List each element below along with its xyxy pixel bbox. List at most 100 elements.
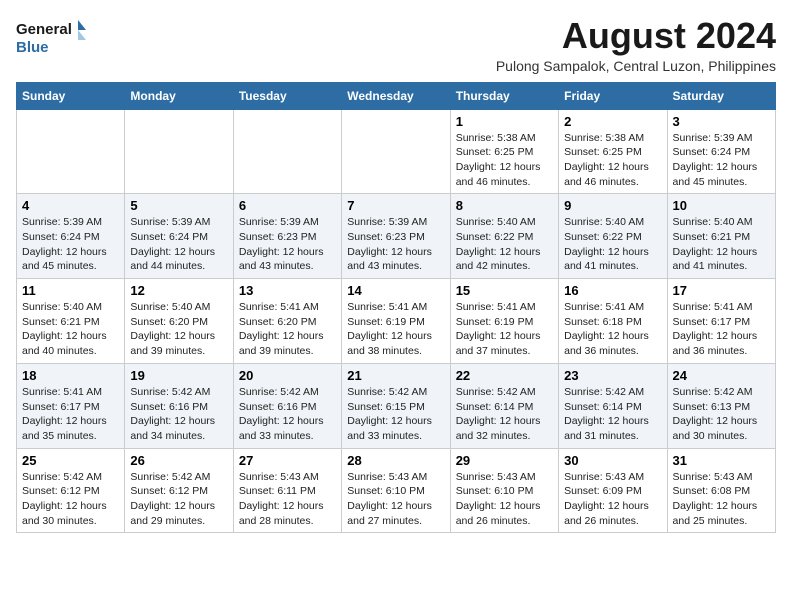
day-cell: 31 Sunrise: 5:43 AM Sunset: 6:08 PM Dayli… (667, 448, 775, 533)
svg-text:Blue: Blue (16, 39, 49, 56)
day-cell: 7 Sunrise: 5:39 AM Sunset: 6:23 PM Daylig… (342, 194, 450, 279)
day-number: 20 (239, 368, 336, 383)
col-header-friday: Friday (559, 82, 667, 109)
day-number: 2 (564, 114, 661, 129)
week-row-5: 25 Sunrise: 5:42 AM Sunset: 6:12 PM Dayli… (17, 448, 776, 533)
day-info: Sunrise: 5:41 AM Sunset: 6:19 PM Dayligh… (456, 300, 553, 359)
day-cell: 13 Sunrise: 5:41 AM Sunset: 6:20 PM Dayli… (233, 279, 341, 364)
day-info: Sunrise: 5:41 AM Sunset: 6:20 PM Dayligh… (239, 300, 336, 359)
day-cell: 30 Sunrise: 5:43 AM Sunset: 6:09 PM Dayli… (559, 448, 667, 533)
header: General Blue August 2024 Pulong Sampalok… (16, 16, 776, 74)
day-cell: 25 Sunrise: 5:42 AM Sunset: 6:12 PM Dayli… (17, 448, 125, 533)
day-info: Sunrise: 5:41 AM Sunset: 6:17 PM Dayligh… (673, 300, 770, 359)
day-cell: 27 Sunrise: 5:43 AM Sunset: 6:11 PM Dayli… (233, 448, 341, 533)
day-number: 13 (239, 283, 336, 298)
day-info: Sunrise: 5:41 AM Sunset: 6:17 PM Dayligh… (22, 385, 119, 444)
day-number: 27 (239, 453, 336, 468)
day-info: Sunrise: 5:43 AM Sunset: 6:08 PM Dayligh… (673, 470, 770, 529)
day-cell: 26 Sunrise: 5:42 AM Sunset: 6:12 PM Dayli… (125, 448, 233, 533)
day-info: Sunrise: 5:40 AM Sunset: 6:21 PM Dayligh… (22, 300, 119, 359)
day-number: 12 (130, 283, 227, 298)
day-number: 30 (564, 453, 661, 468)
day-number: 3 (673, 114, 770, 129)
day-cell: 29Sunrise: 5:43 AM Sunset: 6:10 PM Dayli… (450, 448, 558, 533)
day-info: Sunrise: 5:43 AM Sunset: 6:10 PM Dayligh… (347, 470, 444, 529)
day-number: 14 (347, 283, 444, 298)
day-info: Sunrise: 5:42 AM Sunset: 6:16 PM Dayligh… (239, 385, 336, 444)
logo-svg: General Blue (16, 16, 86, 60)
day-cell: 18 Sunrise: 5:41 AM Sunset: 6:17 PM Dayli… (17, 363, 125, 448)
day-number: 4 (22, 198, 119, 213)
day-number: 28 (347, 453, 444, 468)
day-cell: 11 Sunrise: 5:40 AM Sunset: 6:21 PM Dayli… (17, 279, 125, 364)
day-info: Sunrise: 5:42 AM Sunset: 6:15 PM Dayligh… (347, 385, 444, 444)
day-number: 25 (22, 453, 119, 468)
day-info: Sunrise: 5:40 AM Sunset: 6:20 PM Dayligh… (130, 300, 227, 359)
day-number: 17 (673, 283, 770, 298)
day-number: 11 (22, 283, 119, 298)
day-cell (233, 109, 341, 194)
day-info: Sunrise: 5:39 AM Sunset: 6:23 PM Dayligh… (347, 215, 444, 274)
day-cell: 9Sunrise: 5:40 AM Sunset: 6:22 PM Daylig… (559, 194, 667, 279)
day-cell: 10 Sunrise: 5:40 AM Sunset: 6:21 PM Dayli… (667, 194, 775, 279)
day-cell: 21 Sunrise: 5:42 AM Sunset: 6:15 PM Dayli… (342, 363, 450, 448)
day-info: Sunrise: 5:39 AM Sunset: 6:23 PM Dayligh… (239, 215, 336, 274)
day-info: Sunrise: 5:43 AM Sunset: 6:10 PM Dayligh… (456, 470, 553, 529)
day-info: Sunrise: 5:38 AM Sunset: 6:25 PM Dayligh… (564, 131, 661, 190)
day-info: Sunrise: 5:42 AM Sunset: 6:12 PM Dayligh… (130, 470, 227, 529)
day-cell: 8 Sunrise: 5:40 AM Sunset: 6:22 PM Daylig… (450, 194, 558, 279)
svg-text:General: General (16, 21, 72, 38)
day-number: 19 (130, 368, 227, 383)
day-cell: 24Sunrise: 5:42 AM Sunset: 6:13 PM Dayli… (667, 363, 775, 448)
day-cell: 20 Sunrise: 5:42 AM Sunset: 6:16 PM Dayli… (233, 363, 341, 448)
col-header-tuesday: Tuesday (233, 82, 341, 109)
day-number: 18 (22, 368, 119, 383)
day-number: 26 (130, 453, 227, 468)
header-row: SundayMondayTuesdayWednesdayThursdayFrid… (17, 82, 776, 109)
col-header-monday: Monday (125, 82, 233, 109)
day-cell: 23Sunrise: 5:42 AM Sunset: 6:14 PM Dayli… (559, 363, 667, 448)
day-info: Sunrise: 5:42 AM Sunset: 6:16 PM Dayligh… (130, 385, 227, 444)
day-cell: 15Sunrise: 5:41 AM Sunset: 6:19 PM Dayli… (450, 279, 558, 364)
day-cell (125, 109, 233, 194)
day-number: 10 (673, 198, 770, 213)
col-header-thursday: Thursday (450, 82, 558, 109)
day-cell: 14Sunrise: 5:41 AM Sunset: 6:19 PM Dayli… (342, 279, 450, 364)
col-header-wednesday: Wednesday (342, 82, 450, 109)
day-info: Sunrise: 5:39 AM Sunset: 6:24 PM Dayligh… (130, 215, 227, 274)
day-info: Sunrise: 5:40 AM Sunset: 6:22 PM Dayligh… (456, 215, 553, 274)
day-number: 31 (673, 453, 770, 468)
day-cell: 5 Sunrise: 5:39 AM Sunset: 6:24 PM Daylig… (125, 194, 233, 279)
logo: General Blue (16, 16, 86, 60)
day-cell: 3 Sunrise: 5:39 AM Sunset: 6:24 PM Daylig… (667, 109, 775, 194)
day-cell (17, 109, 125, 194)
day-info: Sunrise: 5:42 AM Sunset: 6:14 PM Dayligh… (456, 385, 553, 444)
title-block: August 2024 Pulong Sampalok, Central Luz… (496, 16, 776, 74)
day-info: Sunrise: 5:38 AM Sunset: 6:25 PM Dayligh… (456, 131, 553, 190)
day-number: 21 (347, 368, 444, 383)
day-info: Sunrise: 5:42 AM Sunset: 6:12 PM Dayligh… (22, 470, 119, 529)
day-cell: 28 Sunrise: 5:43 AM Sunset: 6:10 PM Dayli… (342, 448, 450, 533)
day-info: Sunrise: 5:40 AM Sunset: 6:21 PM Dayligh… (673, 215, 770, 274)
day-cell: 2 Sunrise: 5:38 AM Sunset: 6:25 PM Daylig… (559, 109, 667, 194)
col-header-sunday: Sunday (17, 82, 125, 109)
day-number: 5 (130, 198, 227, 213)
location-subtitle: Pulong Sampalok, Central Luzon, Philippi… (496, 58, 776, 74)
day-info: Sunrise: 5:43 AM Sunset: 6:09 PM Dayligh… (564, 470, 661, 529)
day-info: Sunrise: 5:39 AM Sunset: 6:24 PM Dayligh… (673, 131, 770, 190)
col-header-saturday: Saturday (667, 82, 775, 109)
calendar-table: SundayMondayTuesdayWednesdayThursdayFrid… (16, 82, 776, 534)
day-number: 1 (456, 114, 553, 129)
day-number: 8 (456, 198, 553, 213)
day-info: Sunrise: 5:39 AM Sunset: 6:24 PM Dayligh… (22, 215, 119, 274)
day-info: Sunrise: 5:41 AM Sunset: 6:18 PM Dayligh… (564, 300, 661, 359)
day-cell: 16Sunrise: 5:41 AM Sunset: 6:18 PM Dayli… (559, 279, 667, 364)
day-number: 22 (456, 368, 553, 383)
day-number: 7 (347, 198, 444, 213)
day-cell: 4 Sunrise: 5:39 AM Sunset: 6:24 PM Daylig… (17, 194, 125, 279)
day-cell: 1 Sunrise: 5:38 AM Sunset: 6:25 PM Daylig… (450, 109, 558, 194)
day-info: Sunrise: 5:43 AM Sunset: 6:11 PM Dayligh… (239, 470, 336, 529)
day-cell (342, 109, 450, 194)
day-number: 24 (673, 368, 770, 383)
day-cell: 6Sunrise: 5:39 AM Sunset: 6:23 PM Daylig… (233, 194, 341, 279)
